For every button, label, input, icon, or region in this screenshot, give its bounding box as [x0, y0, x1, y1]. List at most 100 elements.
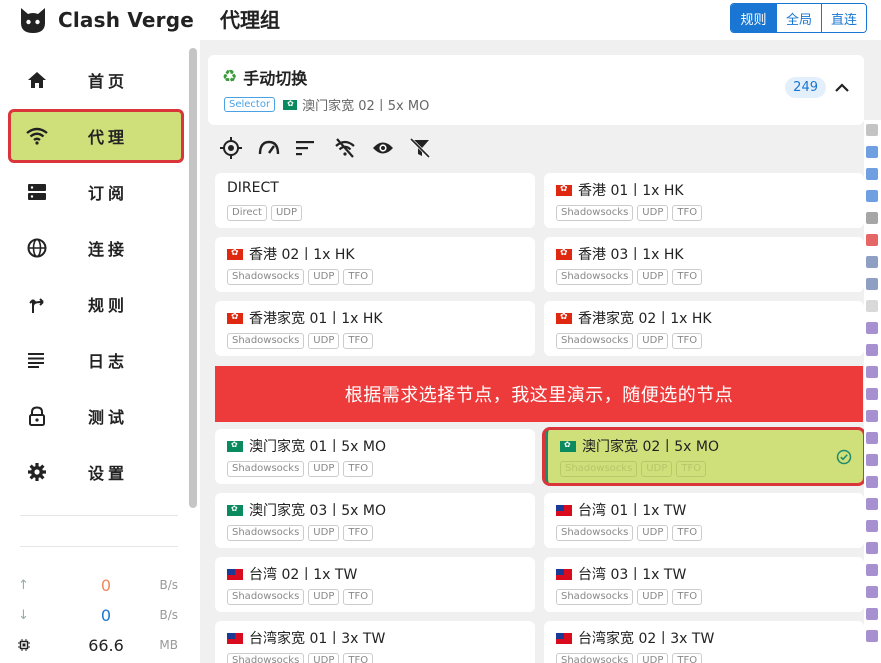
proxy-node-card[interactable]: 香港 02丨1x HK ShadowsocksUDPTFO	[215, 237, 535, 292]
strip-icon	[866, 454, 878, 466]
strip-icon	[866, 366, 878, 378]
node-tag: Shadowsocks	[227, 269, 305, 285]
nav-subscriptions[interactable]: 订阅	[10, 167, 182, 217]
node-tag: Shadowsocks	[227, 333, 305, 349]
proxy-node-card[interactable]: 澳门家宽 01丨5x MO ShadowsocksUDPTFO	[215, 429, 535, 484]
nav-label: 日志	[88, 352, 129, 371]
proxy-node-card[interactable]: 台湾 01丨1x TW Shadowsocks UDP TFO	[544, 493, 864, 548]
macau-flag-icon	[283, 99, 298, 110]
node-tag: TFO	[676, 461, 707, 477]
chevron-up-icon[interactable]	[830, 75, 854, 99]
home-icon	[22, 65, 52, 95]
check-circle-icon	[836, 449, 852, 465]
proxy-node-card[interactable]: 香港家宽 01丨1x HK ShadowsocksUDPTFO	[215, 301, 535, 356]
proxy-node-card[interactable]: 香港家宽 02丨1x HK ShadowsocksUDPTFO	[544, 301, 864, 356]
strip-icon	[866, 256, 878, 268]
node-tag: Shadowsocks	[556, 589, 634, 605]
strip-icon	[866, 300, 878, 312]
strip-icon	[866, 278, 878, 290]
hong-kong-flag-icon	[227, 248, 243, 260]
nav-connections[interactable]: 连接	[10, 223, 182, 273]
proxy-group-header[interactable]: ♻ 手动切换 Selector 澳门家宽 02丨5x MO 249	[208, 55, 864, 125]
divider	[20, 515, 178, 516]
node-tag: TFO	[672, 269, 703, 285]
main-panel: 代理组 规则 全局 直连 ♻ 手动切换 Selector 澳门家宽 02丨5x …	[200, 0, 881, 663]
node-name: 香港 02丨1x HK	[249, 247, 355, 263]
list-icon	[22, 345, 52, 375]
group-subtitle: Selector 澳门家宽 02丨5x MO	[224, 95, 429, 114]
proxy-node-card[interactable]: 澳门家宽 02丨5x MO ShadowsocksUDPTFO	[542, 427, 866, 486]
proxy-node-card[interactable]: 台湾家宽 01丨3x TW Shadowsocks UDP TFO	[215, 621, 535, 663]
node-name-row: 台湾家宽 01丨3x TW	[227, 628, 385, 648]
mode-global-button[interactable]: 全局	[776, 4, 821, 32]
node-tag: TFO	[672, 205, 703, 221]
node-name: 台湾家宽 01丨3x TW	[249, 631, 386, 647]
nav-test[interactable]: 测试	[10, 391, 182, 441]
node-count-badge: 249	[785, 77, 826, 98]
node-tags: Shadowsocks UDP TFO	[227, 525, 377, 541]
node-tags: Shadowsocks UDP TFO	[227, 461, 377, 477]
macau-flag-icon	[227, 504, 243, 516]
taiwan-flag-icon	[227, 632, 243, 644]
mode-rule-button[interactable]: 规则	[731, 4, 776, 32]
filter-off-icon[interactable]	[410, 136, 448, 160]
mode-direct-button[interactable]: 直连	[821, 4, 866, 32]
node-tag: UDP	[308, 525, 340, 541]
node-name-row: 台湾 01丨1x TW	[556, 500, 686, 520]
nav-label: 连接	[88, 240, 129, 259]
proxy-node-card[interactable]: 台湾 02丨1x TW Shadowsocks UDP TFO	[215, 557, 535, 612]
node-tags: Shadowsocks UDP TFO	[227, 269, 377, 285]
node-name-row: 香港 01丨1x HK	[556, 180, 684, 200]
divider	[20, 546, 178, 547]
proxy-node-card[interactable]: 澳门家宽 03丨5x MO ShadowsocksUDPTFO	[215, 493, 535, 548]
group-title: ♻ 手动切换	[222, 65, 307, 89]
nav-logs[interactable]: 日志	[10, 335, 182, 385]
proxy-node-card[interactable]: 香港 01丨1x HK ShadowsocksUDPTFO	[544, 173, 864, 228]
nav-home[interactable]: 首页	[10, 55, 182, 105]
strip-icon	[866, 476, 878, 488]
node-tag: UDP	[308, 269, 340, 285]
node-tags: Shadowsocks UDP TFO	[227, 589, 377, 605]
nav-settings[interactable]: 设置	[10, 447, 182, 497]
node-tag: UDP	[637, 589, 669, 605]
proxy-node-card[interactable]: 台湾 03丨1x TW Shadowsocks UDP TFO	[544, 557, 864, 612]
node-tag: UDP	[308, 461, 340, 477]
taiwan-flag-icon	[556, 568, 572, 580]
download-stat: ↓ 0 B/s	[18, 604, 180, 626]
wifi-off-icon[interactable]	[334, 136, 372, 160]
speed-test-icon[interactable]	[258, 136, 296, 160]
node-tag: UDP	[308, 653, 340, 663]
strip-icon	[866, 322, 878, 334]
node-name-row: 香港 03丨1x HK	[556, 244, 684, 264]
node-name: 台湾 03丨1x TW	[578, 567, 687, 583]
proxy-node-card[interactable]: 香港 03丨1x HK ShadowsocksUDPTFO	[544, 237, 864, 292]
nav-proxy[interactable]: 代理	[8, 109, 184, 163]
nav-label: 设置	[88, 464, 129, 483]
node-tag: TFO	[343, 653, 374, 663]
globe-icon	[22, 233, 52, 263]
sidebar: Clash Verge 首页 代理 订阅 连接 规则 日志 测试 设置 ↑ 0 …	[0, 0, 200, 663]
nav-rules[interactable]: 规则	[10, 279, 182, 329]
node-tags: Shadowsocks UDP TFO	[556, 653, 706, 663]
strip-icon	[866, 608, 878, 620]
node-tags: Shadowsocks UDP TFO	[556, 205, 706, 221]
proxy-node-card[interactable]: DIRECT Direct UDP	[215, 173, 535, 228]
node-tags: Shadowsocks UDP TFO	[227, 333, 377, 349]
node-name-row: 香港家宽 01丨1x HK	[227, 308, 383, 328]
app-logo: Clash Verge	[18, 4, 194, 36]
locate-icon[interactable]	[220, 136, 258, 160]
node-tags: Shadowsocks UDP TFO	[556, 589, 706, 605]
strip-icon	[866, 146, 878, 158]
nav-label: 首页	[88, 72, 129, 91]
gear-icon	[22, 457, 52, 487]
upload-unit: B/s	[159, 578, 178, 592]
annotation-banner: 根据需求选择节点，我这里演示，随便选的节点	[215, 366, 863, 422]
proxy-node-card[interactable]: 台湾家宽 02丨3x TW Shadowsocks UDP TFO	[544, 621, 864, 663]
eye-icon[interactable]	[372, 136, 410, 160]
taiwan-flag-icon	[227, 568, 243, 580]
strip-icon	[866, 520, 878, 532]
node-tag: UDP	[270, 205, 303, 221]
sort-icon[interactable]	[296, 136, 334, 160]
node-tag: Shadowsocks	[556, 333, 634, 349]
sidebar-scrollbar[interactable]	[189, 48, 197, 508]
